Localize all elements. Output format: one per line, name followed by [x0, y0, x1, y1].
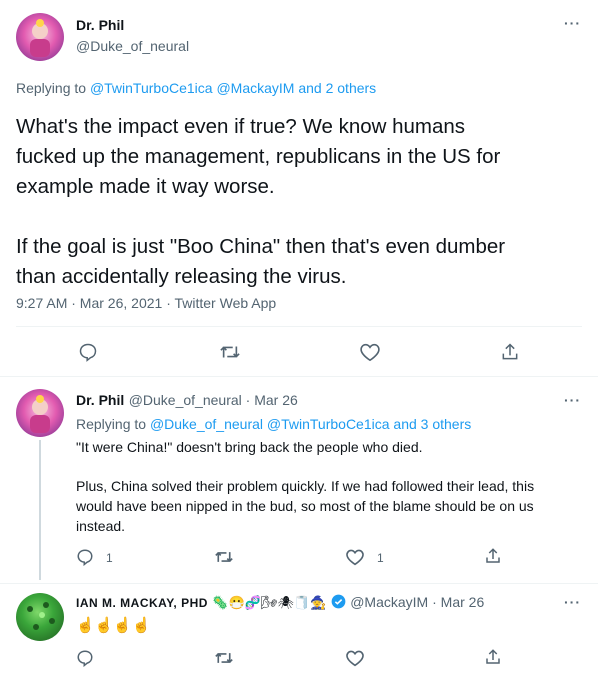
replying-to: Replying to @TwinTurboCe1ica @MackayIM a…	[16, 80, 376, 96]
replying-prefix: Replying to	[76, 416, 150, 432]
reply-text: "It were China!" doesn't bring back the …	[76, 437, 576, 536]
replying-to-links[interactable]: @TwinTurboCe1ica @MackayIM and 2 others	[90, 80, 376, 96]
tweet-text: What's the impact even if true? We know …	[16, 112, 596, 292]
like-count: 1	[377, 551, 384, 565]
avatar[interactable]	[16, 389, 64, 437]
avatar-image	[27, 602, 55, 630]
reply-text-line: Plus, China solved their problem quickly…	[76, 478, 535, 494]
tweet-text-line: example made it way worse.	[16, 175, 275, 198]
like-icon[interactable]	[345, 548, 365, 566]
reply-text-line: instead.	[76, 518, 126, 534]
reply-icon[interactable]	[78, 342, 98, 362]
name-emojis: 🦠😷🧬🌬🕷🧻🧙	[212, 595, 327, 610]
user-handle[interactable]: @Duke_of_neural	[76, 38, 189, 54]
tweet-text-line: than accidentally releasing the virus.	[16, 265, 347, 288]
retweet-icon[interactable]	[214, 548, 234, 566]
replying-to: Replying to @Duke_of_neural @TwinTurboCe…	[76, 416, 471, 432]
retweet-icon[interactable]	[214, 649, 234, 667]
thread-line	[39, 440, 41, 580]
more-icon[interactable]: ···	[564, 15, 581, 31]
avatar-image	[30, 395, 50, 433]
reply-count: 1	[106, 551, 113, 565]
reply-text: ☝️☝️☝️☝️	[76, 617, 151, 634]
divider	[0, 376, 598, 377]
display-name[interactable]: Dr. Phil	[76, 392, 124, 408]
replying-to-links[interactable]: @Duke_of_neural @TwinTurboCe1ica and 3 o…	[150, 416, 471, 432]
verified-icon	[331, 594, 346, 614]
handle-date[interactable]: @MackayIM · Mar 26	[350, 594, 484, 610]
avatar[interactable]	[16, 13, 64, 61]
replying-prefix: Replying to	[16, 80, 90, 96]
share-icon[interactable]	[484, 547, 502, 565]
handle-date[interactable]: @Duke_of_neural · Mar 26	[129, 392, 298, 408]
share-icon[interactable]	[500, 342, 520, 362]
divider	[0, 583, 598, 584]
reply-icon[interactable]	[76, 548, 94, 566]
avatar-image	[30, 19, 50, 57]
avatar[interactable]	[16, 593, 64, 641]
like-icon[interactable]	[345, 649, 365, 667]
display-name[interactable]: Dr. Phil	[76, 17, 124, 33]
tweet-text-line: What's the impact even if true? We know …	[16, 115, 466, 138]
more-icon[interactable]: ···	[564, 594, 581, 610]
divider	[16, 326, 582, 327]
tweet-text-line: fucked up the management, republicans in…	[16, 145, 501, 168]
display-name[interactable]: IAN M. MACKAY, PHD	[76, 596, 208, 610]
more-icon[interactable]: ···	[564, 392, 581, 408]
tweet-meta[interactable]: 9:27 AM · Mar 26, 2021 · Twitter Web App	[16, 295, 276, 311]
tweet-text-line: If the goal is just "Boo China" then tha…	[16, 235, 506, 258]
reply-text-line: "It were China!" doesn't bring back the …	[76, 439, 423, 455]
reply-header: Dr. Phil @Duke_of_neural · Mar 26	[76, 392, 298, 410]
reply-header: IAN M. MACKAY, PHD 🦠😷🧬🌬🕷🧻🧙 @MackayIM · M…	[76, 594, 484, 614]
reply-text-line: would have been nipped in the bud, so mo…	[76, 498, 534, 514]
like-icon[interactable]	[359, 342, 381, 362]
share-icon[interactable]	[484, 648, 502, 666]
reply-icon[interactable]	[76, 649, 94, 667]
retweet-icon[interactable]	[219, 342, 241, 362]
